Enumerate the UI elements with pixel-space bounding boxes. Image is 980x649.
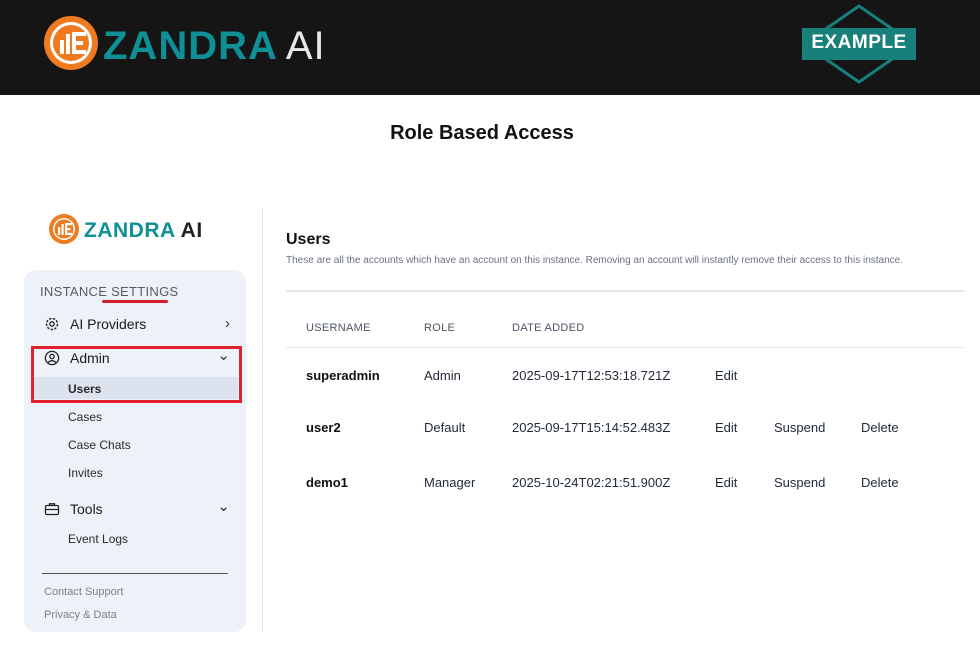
sidebar-item-label: AI Providers	[70, 315, 147, 332]
sidebar-subitem-case-chats[interactable]: Case Chats	[68, 438, 131, 452]
brand-name: ZANDRA AI	[103, 24, 326, 68]
sidebar-subitem-event-logs[interactable]: Event Logs	[68, 532, 128, 546]
example-badge: EXAMPLE	[811, 32, 907, 53]
cell-date-added: 2025-09-17T12:53:18.721Z	[512, 368, 671, 383]
delete-button[interactable]: Delete	[861, 420, 899, 435]
sidebar-item-label: Tools	[70, 501, 103, 517]
cell-username: superadmin	[306, 368, 380, 383]
column-header-username: USERNAME	[306, 322, 371, 334]
sidebar-subitem-invites[interactable]: Invites	[68, 466, 103, 480]
chevron-right-icon: ›	[225, 315, 230, 332]
cell-username: user2	[306, 420, 341, 435]
column-header-date-added: DATE ADDED	[512, 322, 585, 334]
cell-date-added: 2025-09-17T15:14:52.483Z	[512, 420, 671, 435]
contact-support-link[interactable]: Contact Support	[44, 586, 124, 598]
chevron-down-icon: ⌄	[217, 498, 230, 515]
sidebar-subitem-cases[interactable]: Cases	[68, 410, 102, 424]
page-heading: Role Based Access	[390, 122, 574, 144]
suspend-button[interactable]: Suspend	[774, 475, 825, 490]
sidebar-footer-divider	[42, 573, 228, 574]
briefcase-icon	[44, 503, 60, 516]
cell-role: Manager	[424, 475, 476, 490]
page-title: Users	[286, 231, 331, 248]
suspend-button[interactable]: Suspend	[774, 420, 825, 435]
zandra-small-logo-icon	[49, 214, 79, 244]
zandra-logo-icon	[44, 16, 98, 70]
gear-icon	[45, 317, 59, 330]
cell-username: demo1	[306, 475, 348, 490]
cell-date-added: 2025-10-24T02:21:51.900Z	[512, 475, 671, 490]
cell-role: Default	[424, 420, 466, 435]
sidebar-logo: ZANDRA AI	[84, 219, 203, 242]
edit-button[interactable]: Edit	[715, 420, 737, 435]
panel-divider	[262, 208, 263, 632]
header-divider	[286, 290, 964, 292]
cell-role: Admin	[424, 368, 461, 383]
sidebar-item-ai-providers[interactable]: AI Providers ›	[44, 315, 230, 332]
delete-button[interactable]: Delete	[861, 475, 899, 490]
page-description: These are all the accounts which have an…	[286, 255, 903, 266]
annotation-underline	[102, 300, 168, 303]
table-header-divider	[286, 347, 964, 348]
annotation-highlight-box	[31, 346, 242, 403]
edit-button[interactable]: Edit	[715, 475, 737, 490]
privacy-data-link[interactable]: Privacy & Data	[44, 609, 117, 621]
edit-button[interactable]: Edit	[715, 368, 737, 383]
column-header-role: ROLE	[424, 322, 456, 334]
sidebar-item-tools[interactable]: Tools ⌄	[44, 498, 230, 517]
section-label-instance-settings: INSTANCE SETTINGS	[40, 284, 179, 299]
